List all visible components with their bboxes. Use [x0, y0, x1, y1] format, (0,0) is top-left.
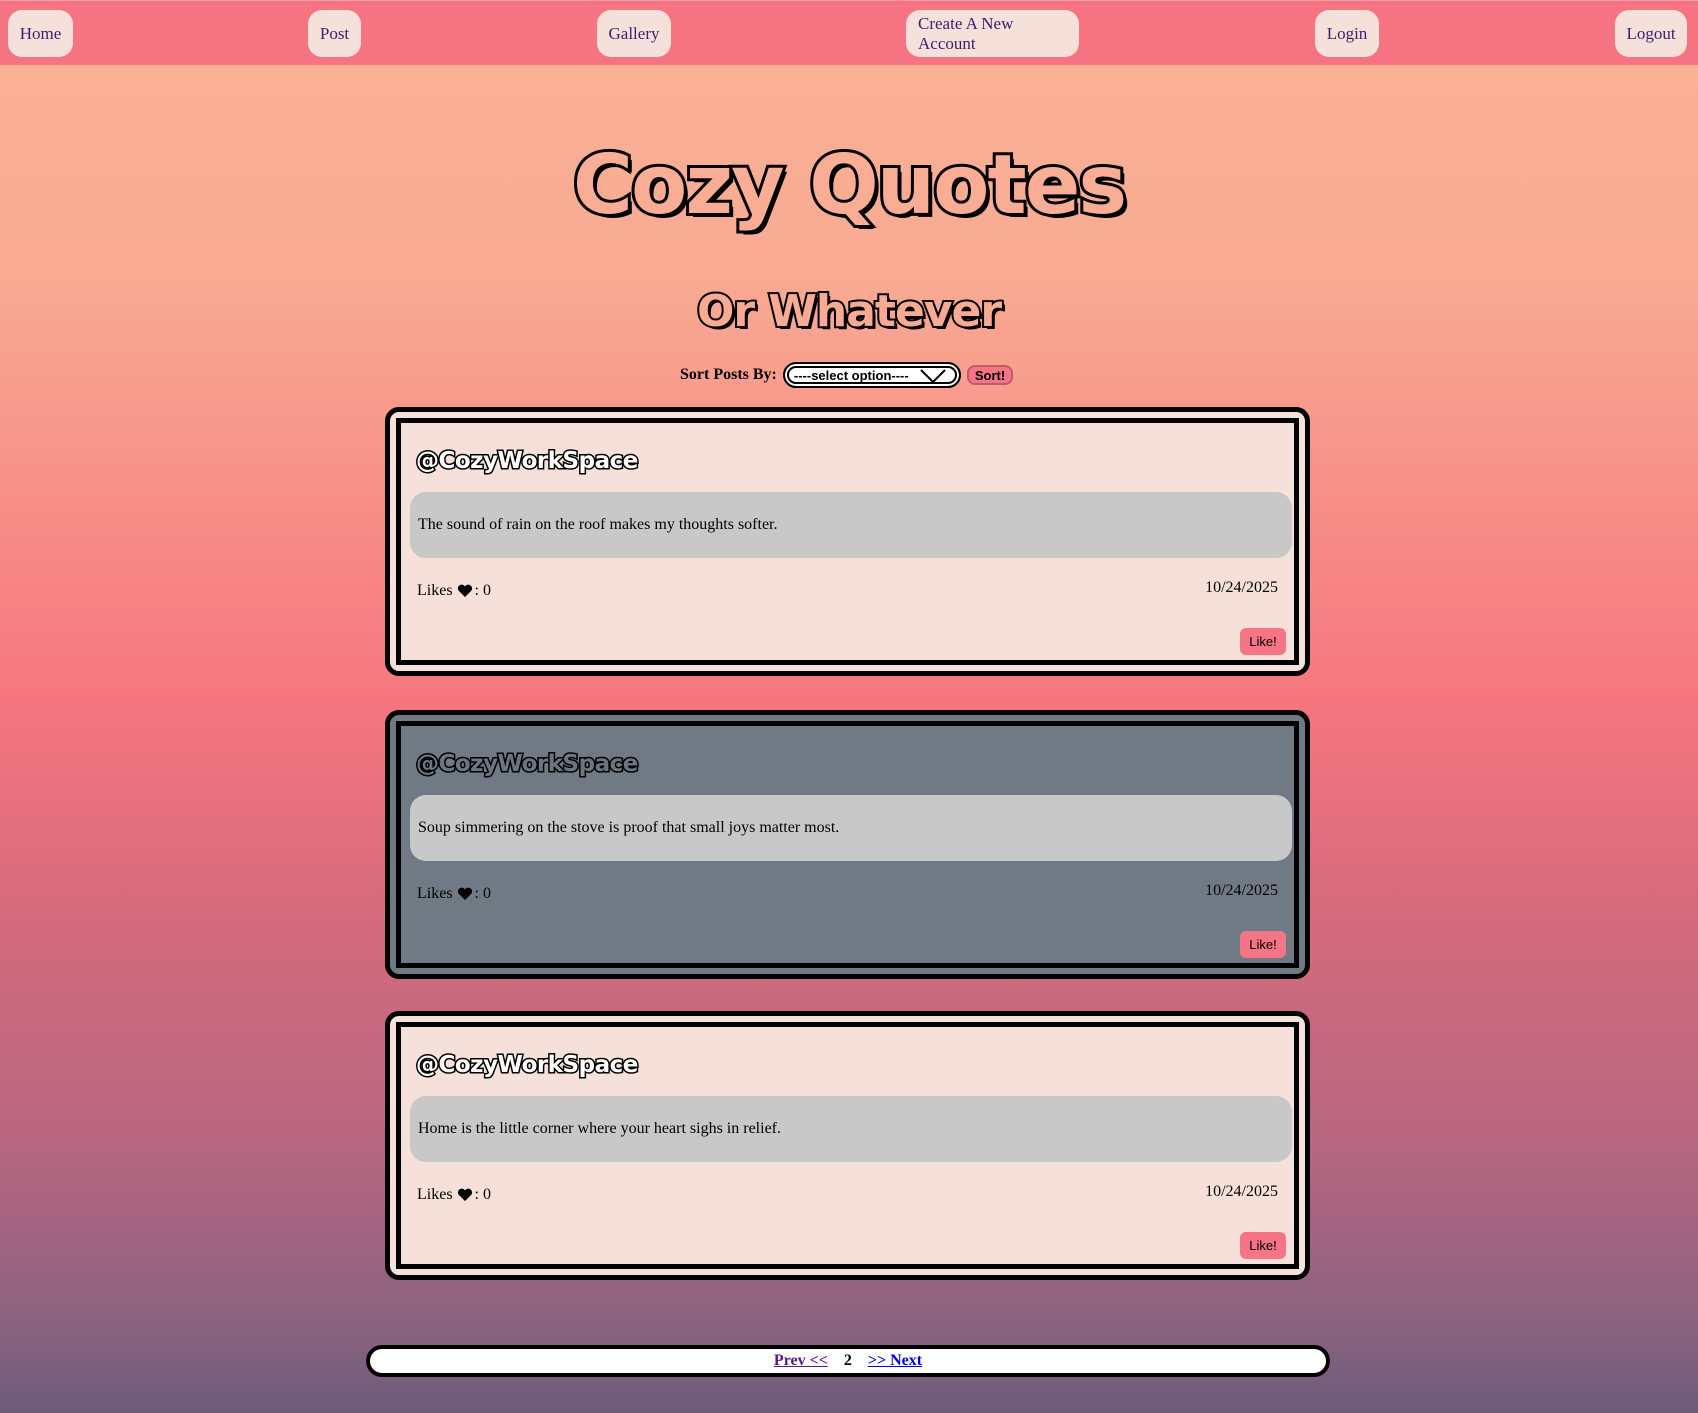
current-page-number: 2	[843, 1352, 852, 1369]
nav-create-account-button[interactable]: Create A New Account	[906, 10, 1079, 57]
sort-button[interactable]: Sort!	[966, 365, 1014, 385]
post-author[interactable]: @CozyWorkSpace	[415, 447, 640, 476]
nav-home-button[interactable]: Home	[8, 10, 73, 57]
likes-count: : 0	[474, 582, 491, 599]
like-button[interactable]: Like!	[1240, 1232, 1286, 1259]
post-date: 10/24/2025	[1205, 1183, 1278, 1200]
heart-icon	[457, 1188, 472, 1201]
likes-label: Likes	[417, 582, 453, 599]
nav-login-button[interactable]: Login	[1315, 10, 1379, 57]
post-quote: Soup simmering on the stove is proof tha…	[410, 795, 1292, 861]
likes-count: : 0	[474, 885, 491, 902]
post-author[interactable]: @CozyWorkSpace	[415, 750, 640, 779]
pagination: Prev << 2 >> Next	[366, 1345, 1330, 1377]
site-title: Cozy Quotes	[570, 138, 1130, 233]
nav-bar: Home Post Gallery Create A New Account L…	[0, 0, 1698, 65]
post-likes: Likes : 0	[417, 1186, 491, 1204]
likes-count: : 0	[474, 1186, 491, 1203]
post-card: @CozyWorkSpace Soup simmering on the sto…	[385, 710, 1310, 979]
nav-logout-button[interactable]: Logout	[1615, 10, 1687, 57]
sort-controls: Sort Posts By: ----select option---- Sor…	[680, 362, 1014, 388]
post-date: 10/24/2025	[1205, 579, 1278, 596]
chevron-down-icon	[920, 369, 946, 384]
post-date: 10/24/2025	[1205, 882, 1278, 899]
nav-gallery-button[interactable]: Gallery	[597, 10, 671, 57]
nav-post-button[interactable]: Post	[308, 10, 361, 57]
next-page-link[interactable]: >> Next	[868, 1352, 922, 1370]
like-button[interactable]: Like!	[1240, 628, 1286, 655]
post-likes: Likes : 0	[417, 582, 491, 600]
site-subtitle: Or Whatever	[695, 286, 1004, 337]
likes-label: Likes	[417, 1186, 453, 1203]
post-author[interactable]: @CozyWorkSpace	[415, 1051, 640, 1080]
sort-select-value: ----select option----	[793, 367, 909, 383]
like-button[interactable]: Like!	[1240, 931, 1286, 958]
sort-label: Sort Posts By:	[680, 366, 777, 383]
post-quote: Home is the little corner where your hea…	[410, 1096, 1292, 1162]
post-likes: Likes : 0	[417, 885, 491, 903]
post-quote: The sound of rain on the roof makes my t…	[410, 492, 1292, 558]
heart-icon	[457, 584, 472, 597]
prev-page-link[interactable]: Prev <<	[774, 1352, 828, 1370]
heart-icon	[457, 887, 472, 900]
sort-select[interactable]: ----select option----	[782, 362, 961, 388]
post-card: @CozyWorkSpace Home is the little corner…	[385, 1011, 1310, 1280]
post-card: @CozyWorkSpace The sound of rain on the …	[385, 407, 1310, 676]
likes-label: Likes	[417, 885, 453, 902]
